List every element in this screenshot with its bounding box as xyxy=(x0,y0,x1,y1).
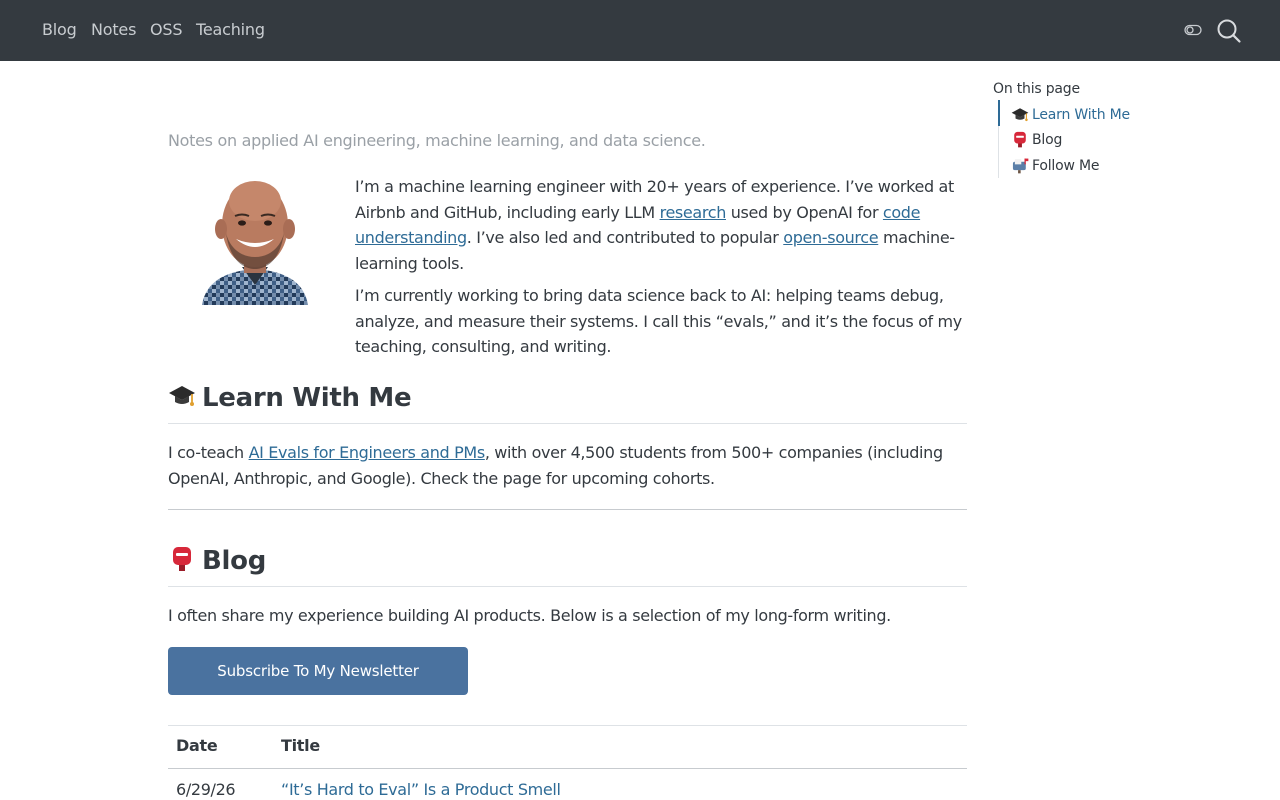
blog-heading-text: Blog xyxy=(202,546,267,576)
toc-item-label: Follow Me xyxy=(1032,158,1100,174)
author-photo xyxy=(202,181,308,305)
table-cell-date: 6/29/26 xyxy=(176,780,236,799)
blog-paragraph: I often share my experience building AI … xyxy=(168,606,891,625)
toc-item-label: Blog xyxy=(1032,132,1063,148)
toc-item-follow-me[interactable]: Follow Me xyxy=(1011,156,1099,175)
top-navbar: Blog Notes OSS Teaching xyxy=(0,0,1280,61)
intro-paragraph-2: I’m currently working to bring data scie… xyxy=(355,286,962,356)
nav-link-blog[interactable]: Blog xyxy=(42,19,77,41)
toc-title: On this page xyxy=(993,81,1080,97)
learn-heading: Learn With Me xyxy=(168,381,412,414)
intro-text: . I’ve also led and contributed to popul… xyxy=(466,228,784,247)
heading-divider xyxy=(168,586,967,587)
toc-item-learn-with-me[interactable]: Learn With Me xyxy=(1011,105,1130,124)
learn-paragraph: I co-teach AI Evals for Engineers and PM… xyxy=(168,440,967,492)
toc-item-blog[interactable]: Blog xyxy=(1011,130,1062,149)
table-cell-title-link[interactable]: “It’s Hard to Eval” Is a Product Smell xyxy=(281,780,561,800)
heading-divider xyxy=(168,423,967,424)
subscribe-button[interactable]: Subscribe To My Newsletter xyxy=(168,647,468,695)
open-source-link[interactable]: open-source xyxy=(783,228,878,247)
learn-text: I co-teach xyxy=(168,443,249,462)
learn-heading-text: Learn With Me xyxy=(202,383,412,413)
mailbox-icon xyxy=(1012,158,1029,174)
table-top-border xyxy=(168,725,967,726)
toggle-icon[interactable] xyxy=(1184,21,1202,39)
table-header-border xyxy=(168,768,967,769)
intro-text: used by OpenAI for xyxy=(725,202,883,222)
graduation-cap-icon xyxy=(169,386,195,406)
postbox-icon xyxy=(173,547,191,571)
search-icon[interactable] xyxy=(1216,18,1242,44)
table-header-title[interactable]: Title xyxy=(281,736,320,756)
research-link[interactable]: research xyxy=(660,203,727,222)
section-divider xyxy=(168,509,967,510)
postbox-icon xyxy=(1014,131,1026,148)
nav-link-notes[interactable]: Notes xyxy=(91,19,136,41)
table-header-date[interactable]: Date xyxy=(176,736,218,756)
page-subtitle: Notes on applied AI engineering, machine… xyxy=(168,131,706,150)
toc-item-label: Learn With Me xyxy=(1032,107,1130,123)
graduation-cap-icon xyxy=(1011,108,1029,122)
toc-active-indicator xyxy=(998,100,1000,126)
intro-paragraph-1: I’m a machine learning engineer with 20+… xyxy=(355,174,965,276)
ai-evals-course-link[interactable]: AI Evals for Engineers and PMs xyxy=(249,443,486,462)
nav-link-teaching[interactable]: Teaching xyxy=(196,19,265,41)
nav-link-oss[interactable]: OSS xyxy=(150,19,183,41)
blog-heading: Blog xyxy=(168,544,266,577)
